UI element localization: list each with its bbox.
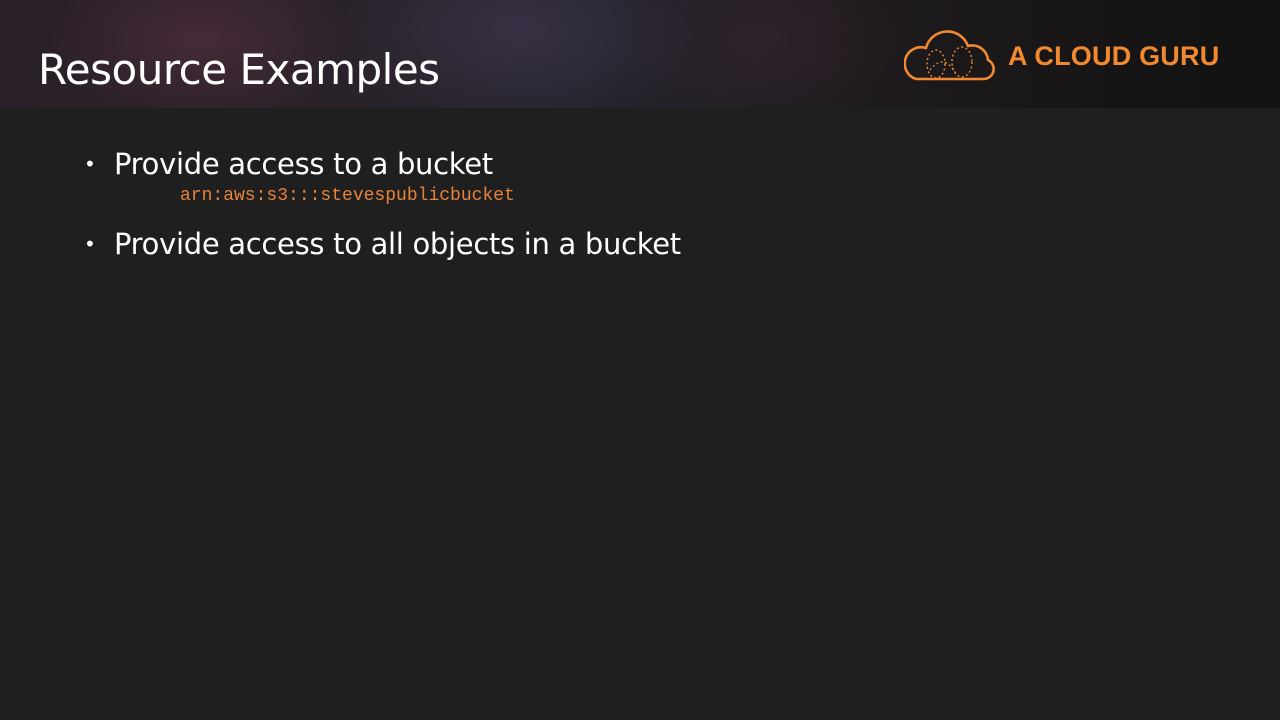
bullet-item: • Provide access to all objects in a buc… <box>84 222 1184 266</box>
arn-code-example: arn:aws:s3:::stevespublicbucket <box>180 186 515 206</box>
logo-wordmark: A CLOUD GURU <box>1008 40 1220 71</box>
bullet-text: Provide access to a bucket <box>114 147 493 181</box>
bullet-item: • Provide access to a bucket arn:aws:s3:… <box>84 142 1184 208</box>
bullet-list: • Provide access to a bucket arn:aws:s3:… <box>84 142 1184 266</box>
bullet-marker: • <box>84 152 96 176</box>
bullet-text: Provide access to all objects in a bucke… <box>114 227 681 261</box>
slide: Resource Examples A CLOUD GURU • Provide… <box>0 0 1280 720</box>
header-banner: Resource Examples A CLOUD GURU <box>0 0 1280 108</box>
cloud-logo-icon <box>904 30 996 82</box>
bullet-marker: • <box>84 232 96 256</box>
brand-logo: A CLOUD GURU <box>904 28 1219 84</box>
slide-title: Resource Examples <box>38 45 440 94</box>
